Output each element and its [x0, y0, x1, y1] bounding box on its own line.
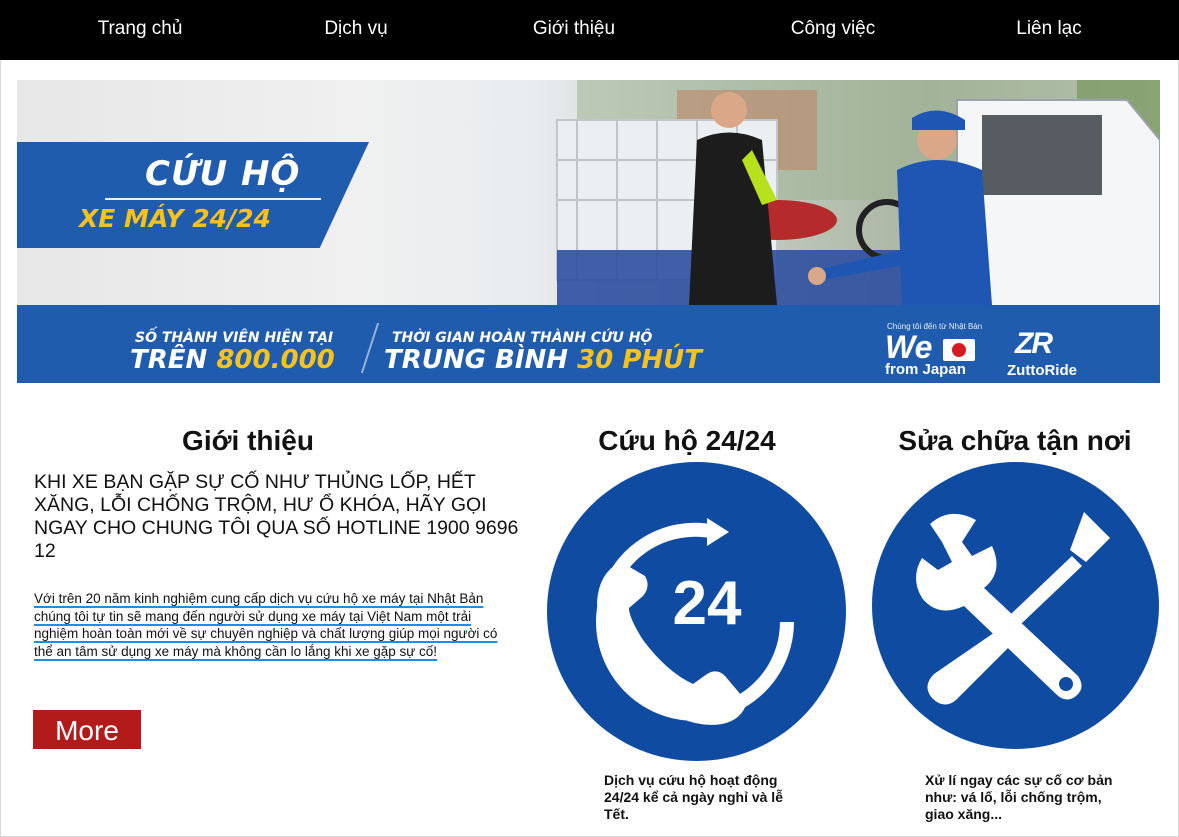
zuttoride-name: ZuttoRide: [1007, 362, 1077, 379]
nav-item-home[interactable]: Trang chủ: [70, 0, 210, 60]
we-from-japan-text: from Japan: [885, 361, 966, 378]
service-repair-caption: Xử lí ngay các sự cố cơ bản như: vá lố, …: [925, 772, 1113, 822]
stat-members-number: 800.000: [216, 345, 335, 375]
nav-item-about[interactable]: Giới thiệu: [508, 0, 640, 60]
phone-24-icon: 24: [596, 518, 794, 725]
more-button[interactable]: More: [33, 710, 141, 749]
service-rescue-heading: Cứu hộ 24/24: [598, 425, 776, 456]
nav-item-jobs[interactable]: Công việc: [766, 0, 900, 60]
stat-time-label: THỜI GIAN HOÀN THÀNH CỨU HỘ: [392, 330, 653, 346]
nav-item-services[interactable]: Dịch vụ: [290, 0, 422, 60]
service-repair-heading: Sửa chữa tận nơi: [898, 425, 1132, 456]
rescue-icon-number: 24: [673, 569, 742, 638]
stat-members-label: SỐ THÀNH VIÊN HIỆN TẠI: [135, 330, 334, 346]
intro-heading: Giới thiệu: [182, 425, 314, 456]
japan-flag-icon: [943, 339, 975, 361]
stat-time-value: TRUNG BÌNH 30 PHÚT: [384, 345, 702, 375]
top-navbar: Trang chủ Dịch vụ Giới thiệu Công việc L…: [0, 0, 1179, 60]
rescue-24h-icon: 24: [547, 462, 846, 761]
intro-body-text: Với trên 20 năm kinh nghiệm cung cấp dịc…: [34, 590, 504, 660]
stat-time-prefix: TRUNG BÌNH: [384, 345, 569, 375]
banner-title: CỨU HỘ: [145, 154, 301, 194]
intro-body-span: Với trên 20 năm kinh nghiệm cung cấp dịc…: [34, 591, 498, 659]
zuttoride-logo: ZR: [1015, 327, 1053, 360]
service-rescue-caption: Dịch vụ cứu hộ hoạt động 24/24 kể cả ngà…: [604, 772, 783, 822]
stat-members-value: TRÊN 800.000: [130, 345, 335, 375]
repair-tools-icon: [872, 462, 1159, 749]
nav-item-contact[interactable]: Liên lạc: [990, 0, 1108, 60]
banner-stats-strip: SỐ THÀNH VIÊN HIỆN TẠI TRÊN 800.000 THỜI…: [17, 305, 1160, 383]
stat-time-number: 30 PHÚT: [577, 345, 702, 375]
stats-divider: [360, 323, 380, 373]
intro-highlight-text: KHI XE BẠN GẶP SỰ CỐ NHƯ THỦNG LỐP, HẾT …: [34, 471, 519, 562]
banner-subtitle: XE MÁY 24/24: [79, 204, 271, 233]
stat-members-prefix: TRÊN: [130, 345, 208, 375]
banner-title-divider: [105, 198, 321, 200]
wrench-screwdriver-icon: [916, 512, 1110, 705]
hero-banner: CỨU HỘ XE MÁY 24/24 SỐ THÀNH VIÊN HIỆN T…: [17, 80, 1160, 383]
